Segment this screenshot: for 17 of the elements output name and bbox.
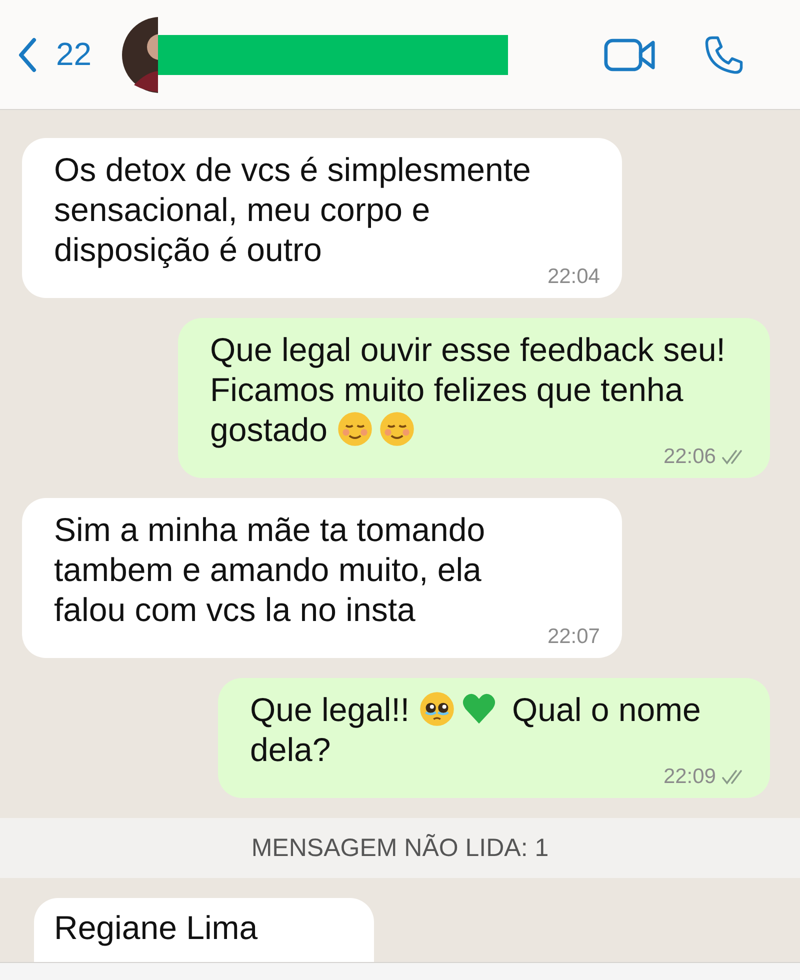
message-time: 22:04 — [547, 265, 600, 289]
phone-icon[interactable] — [704, 34, 744, 74]
back-chevron-icon — [16, 36, 38, 72]
message-text: Os detox de vcs é simplesmente sensacional, meu corpo e disposição é outro — [54, 150, 532, 270]
unread-label: MENSAGEM NÃO LIDA: 1 — [251, 834, 549, 862]
back-button[interactable]: 22 — [16, 36, 92, 73]
teary-face-icon — [418, 691, 455, 727]
message-text: Sim a minha mãe ta tomando tambem e amando muito, ela falou com vcs la no insta — [54, 510, 486, 630]
message-time: 22:07 — [547, 625, 600, 649]
video-call-icon[interactable] — [604, 36, 656, 72]
smiling-face-icon — [336, 411, 373, 447]
message-time: 22:09 — [663, 765, 716, 789]
smiling-face-icon — [378, 411, 415, 447]
message-text: Que legal!! Qual o nome dela? — [250, 690, 702, 768]
message-time: 22:06 — [663, 445, 716, 469]
message-text: Que legal ouvir esse feedback seu! Ficamos muito felizes que tenha gostado — [210, 330, 726, 448]
message-text: Regiane Lima — [54, 909, 258, 946]
